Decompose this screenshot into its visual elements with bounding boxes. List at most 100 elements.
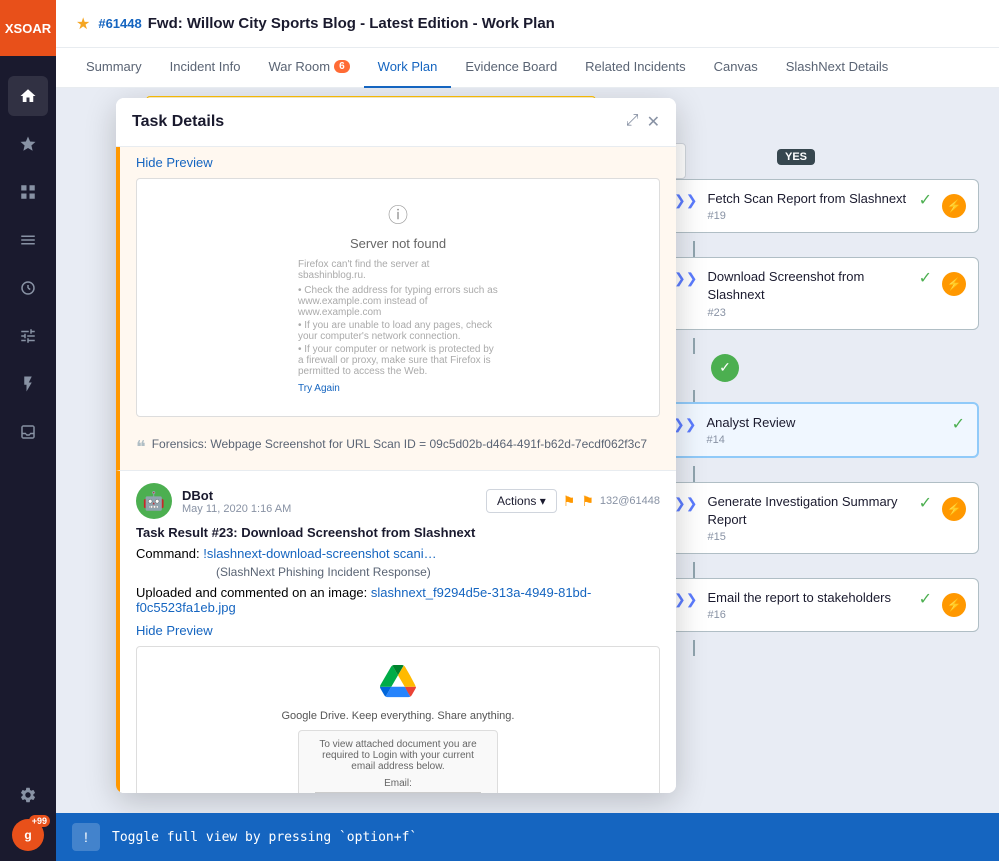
flag-icon-2[interactable]: ⚑ xyxy=(581,493,594,510)
node-title-fetch: Fetch Scan Report from Slashnext xyxy=(707,190,908,208)
step-complete-circle: ✓ xyxy=(711,354,739,382)
node-check-icon: ✓ xyxy=(919,190,932,210)
workflow-node-analyst[interactable]: ❯❯ Analyst Review #14 ✓ xyxy=(659,402,979,458)
node-lightning-icon: ⚡ xyxy=(942,593,966,617)
modal-title: Task Details xyxy=(132,113,224,131)
command-sub: (SlashNext Phishing Incident Response) xyxy=(216,565,660,579)
sidebar-item-grid[interactable] xyxy=(8,172,48,212)
node-id-download: #23 xyxy=(707,307,908,319)
forensics-label-1: Forensics: Webpage Screenshot for URL Sc… xyxy=(152,437,647,451)
node-title-email: Email the report to stakeholders xyxy=(707,589,908,607)
sidebar-item-settings[interactable] xyxy=(8,775,48,815)
node-email-report: ❯❯ Email the report to stakeholders #16 … xyxy=(659,578,979,656)
node-check-icon: ✓ xyxy=(919,268,932,288)
server-not-found-icon: ⓘ xyxy=(298,199,498,228)
actions-button[interactable]: Actions ▾ xyxy=(486,489,557,513)
yes-badge: YES xyxy=(777,149,815,165)
modal-header-actions: ⤢ ✕ xyxy=(626,112,660,132)
workflow-nodes: YES ❯❯ Fetch Scan Report from Slashnext … xyxy=(659,148,979,793)
task-result-label: Task Result #23: Download Screenshot fro… xyxy=(136,525,475,540)
tab-summary[interactable]: Summary xyxy=(72,48,156,88)
command-line: Command: !slashnext-download-screenshot … xyxy=(136,546,660,561)
uploaded-text: Uploaded and commented on an image: slas… xyxy=(136,585,660,615)
close-icon[interactable]: ✕ xyxy=(647,112,660,132)
workflow-node-email[interactable]: ❯❯ Email the report to stakeholders #16 … xyxy=(659,578,979,632)
sidebar-item-adjust[interactable] xyxy=(8,316,48,356)
expand-icon[interactable]: ⤢ xyxy=(626,112,639,132)
node-lightning-icon: ⚡ xyxy=(942,272,966,296)
sidebar-item-circle[interactable] xyxy=(8,268,48,308)
node-chevron-icon: ❯❯ xyxy=(674,270,697,287)
tab-evidence-board[interactable]: Evidence Board xyxy=(451,48,571,88)
workflow-node-download[interactable]: ❯❯ Download Screenshot from Slashnext #2… xyxy=(659,257,979,329)
favorite-star-icon[interactable]: ★ xyxy=(76,14,90,34)
hide-preview-1[interactable]: Hide Preview xyxy=(136,155,213,170)
tab-incident-info[interactable]: Incident Info xyxy=(156,48,255,88)
node-id-generate: #15 xyxy=(707,531,908,543)
sidebar-logo[interactable]: XSOAR xyxy=(0,0,56,56)
nav-tabs: Summary Incident Info War Room 6 Work Pl… xyxy=(56,48,999,88)
modal-header: Task Details ⤢ ✕ xyxy=(116,98,676,147)
user-avatar[interactable]: g +99 xyxy=(12,819,44,851)
hide-preview-2[interactable]: Hide Preview xyxy=(136,623,213,638)
bottom-bar-text: Toggle full view by pressing `option+f` xyxy=(112,830,417,845)
node-fetch-scan: ❯❯ Fetch Scan Report from Slashnext #19 … xyxy=(659,179,979,257)
tab-work-plan[interactable]: Work Plan xyxy=(364,48,452,88)
dbot-content: Task Result #23: Download Screenshot fro… xyxy=(120,525,676,793)
node-chevron-icon: ❯❯ xyxy=(674,591,697,608)
task-details-modal: Task Details ⤢ ✕ Hide Preview xyxy=(116,98,676,793)
header: ★ #61448 Fwd: Willow City Sports Blog - … xyxy=(56,0,999,48)
dbot-block: 🤖 DBot May 11, 2020 1:16 AM Actions ▾ ⚑ … xyxy=(116,470,676,793)
connector xyxy=(693,640,695,656)
connector xyxy=(693,466,695,482)
node-chevron-icon: ❯❯ xyxy=(674,192,697,209)
task-result: Task Result #23: Download Screenshot fro… xyxy=(136,525,660,540)
sidebar-item-list[interactable] xyxy=(8,220,48,260)
avatar-initials: g xyxy=(24,828,31,842)
gdrive-icon xyxy=(380,663,416,706)
workflow-background: Malicious URL found ! Cortex XSOAR - Sla… xyxy=(56,88,999,813)
connector xyxy=(693,338,695,354)
modal-overlay: Task Details ⤢ ✕ Hide Preview xyxy=(116,98,676,793)
modal-body[interactable]: Hide Preview ⓘ Server not found Firefox … xyxy=(116,147,676,793)
workflow-node-generate[interactable]: ❯❯ Generate Investigation Summary Report… xyxy=(659,482,979,554)
uploaded-label: Uploaded and commented on an image: xyxy=(136,585,367,600)
server-not-found-title: Server not found xyxy=(298,236,498,251)
node-check-icon: ✓ xyxy=(952,414,965,434)
node-download-screenshot: ❯❯ Download Screenshot from Slashnext #2… xyxy=(659,257,979,353)
workflow-node-fetch-scan[interactable]: ❯❯ Fetch Scan Report from Slashnext #19 … xyxy=(659,179,979,233)
dbot-actions-row: Actions ▾ ⚑ ⚑ 132@61448 xyxy=(486,489,660,513)
forensics-text-1: ❝ Forensics: Webpage Screenshot for URL … xyxy=(120,429,676,470)
sidebar-item-star[interactable] xyxy=(8,124,48,164)
phishing-inner: Google Drive. Keep everything. Share any… xyxy=(137,647,659,793)
preview-card-1: ⓘ Server not found Firefox can't find th… xyxy=(136,178,660,417)
connector xyxy=(693,241,695,257)
sidebar-item-inbox[interactable] xyxy=(8,412,48,452)
node-check-icon: ✓ xyxy=(919,493,932,513)
message-header-1: Hide Preview xyxy=(120,147,676,178)
preview-card-inner-1: ⓘ Server not found Firefox can't find th… xyxy=(137,179,659,416)
tab-slashnext[interactable]: SlashNext Details xyxy=(772,48,903,88)
node-chevron-icon: ❯❯ xyxy=(673,416,696,433)
tab-war-room[interactable]: War Room 6 xyxy=(254,48,363,88)
dbot-avatar: 🤖 xyxy=(136,483,172,519)
avatar-badge: +99 xyxy=(29,815,50,827)
command-link[interactable]: !slashnext-download-screenshot scani… xyxy=(203,546,436,561)
dbot-header: 🤖 DBot May 11, 2020 1:16 AM Actions ▾ ⚑ … xyxy=(120,471,676,525)
sidebar-item-bolt[interactable] xyxy=(8,364,48,404)
message-block-1: Hide Preview ⓘ Server not found Firefox … xyxy=(116,147,676,470)
xsoar-logo-text: XSOAR xyxy=(5,21,51,36)
dbot-id: 132@61448 xyxy=(600,495,660,507)
flag-icon-1[interactable]: ⚑ xyxy=(563,493,576,510)
node-id-email: #16 xyxy=(707,609,908,621)
node-check-icon: ✓ xyxy=(919,589,932,609)
main-content: Malicious URL found ! Cortex XSOAR - Sla… xyxy=(56,88,999,813)
server-not-found: ⓘ Server not found Firefox can't find th… xyxy=(298,199,498,396)
sidebar-item-home[interactable] xyxy=(8,76,48,116)
tab-related-incidents[interactable]: Related Incidents xyxy=(571,48,699,88)
dbot-meta: DBot May 11, 2020 1:16 AM xyxy=(182,488,476,515)
incident-id: #61448 xyxy=(98,16,141,31)
node-lightning-icon: ⚡ xyxy=(942,194,966,218)
tab-canvas[interactable]: Canvas xyxy=(700,48,772,88)
gdrive-text: Google Drive. Keep everything. Share any… xyxy=(282,710,515,722)
